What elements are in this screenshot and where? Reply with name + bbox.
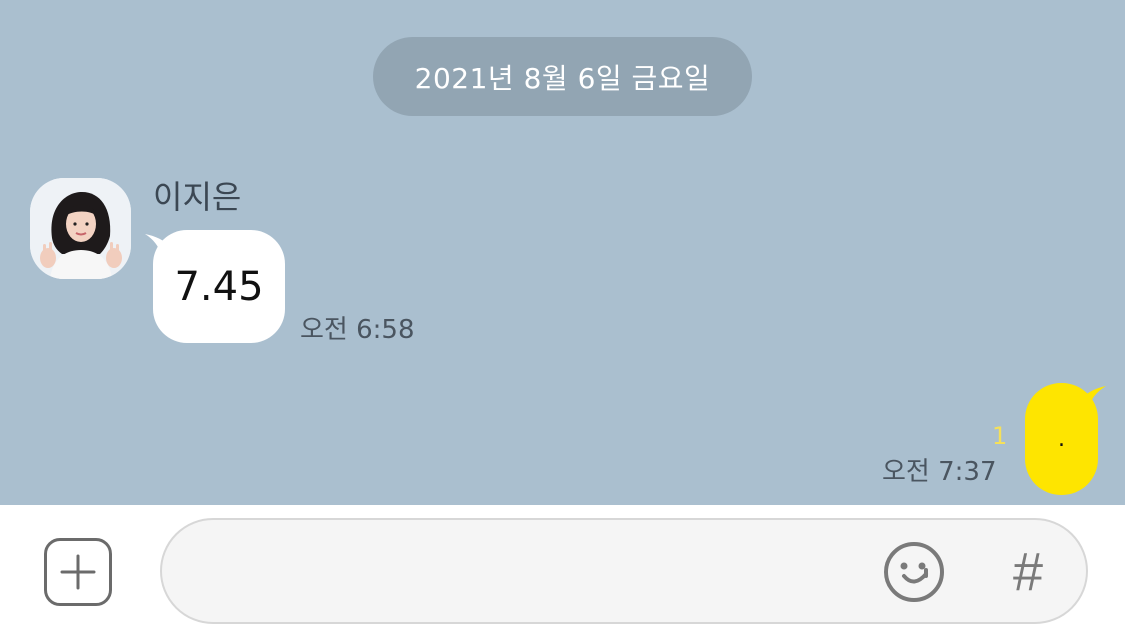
outgoing-message-time: 오전 7:37 (882, 457, 997, 487)
incoming-message-bubble[interactable]: 7.45 (153, 230, 285, 343)
chat-area[interactable]: 2021년 8월 6일 금요일 이지은 7.45 오전 6:58 1 오전 7:… (0, 0, 1125, 505)
incoming-message-text: 7.45 (174, 263, 264, 310)
date-divider: 2021년 8월 6일 금요일 (373, 37, 752, 116)
emoji-button[interactable] (882, 540, 946, 604)
smiley-icon (884, 542, 944, 602)
plus-icon (60, 554, 96, 590)
date-divider-text: 2021년 8월 6일 금요일 (414, 61, 711, 95)
outgoing-message-text: . (1058, 426, 1065, 452)
hashtag-search-button[interactable]: # (1003, 540, 1053, 604)
outgoing-message-bubble[interactable]: . (1025, 383, 1098, 495)
incoming-message-time: 오전 6:58 (300, 315, 415, 345)
attach-plus-button[interactable] (44, 538, 112, 606)
unread-count: 1 (992, 422, 1008, 450)
sender-name: 이지은 (153, 178, 242, 216)
hash-icon: # (1012, 542, 1044, 602)
message-input[interactable] (160, 518, 1088, 624)
sender-avatar[interactable] (30, 178, 131, 279)
profile-photo-icon (30, 178, 131, 279)
